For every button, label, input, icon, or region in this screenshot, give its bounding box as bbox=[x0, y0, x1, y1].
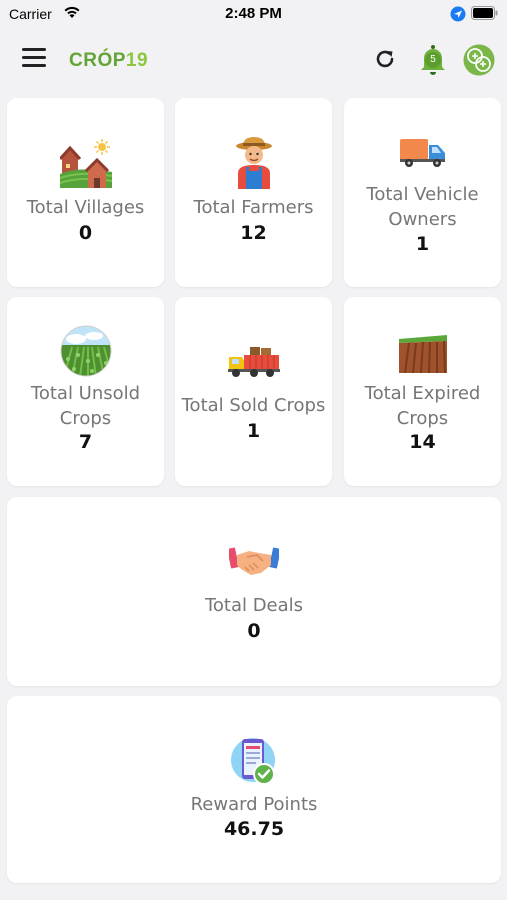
plowed-field-icon bbox=[398, 335, 447, 373]
card-value: 0 bbox=[78, 222, 93, 244]
truck-icon bbox=[399, 139, 445, 167]
total-expired-crops-card[interactable]: Total Expired Crops 14 bbox=[344, 297, 501, 486]
app-logo: CRÓP19 bbox=[69, 50, 148, 72]
card-label: Total Farmers bbox=[193, 197, 314, 218]
total-villages-card[interactable]: Total Villages 0 bbox=[7, 98, 164, 287]
loaded-truck-icon bbox=[227, 347, 280, 377]
status-time: 2:48 PM bbox=[225, 5, 282, 22]
card-label: Total Deals bbox=[204, 595, 304, 616]
card-value: 1 bbox=[246, 420, 261, 442]
card-label: Reward Points bbox=[190, 794, 318, 815]
card-value: 0 bbox=[247, 620, 261, 642]
card-value: 12 bbox=[240, 222, 267, 244]
handshake-icon bbox=[229, 547, 279, 575]
logo-number: 19 bbox=[125, 50, 149, 71]
battery-icon bbox=[471, 6, 498, 20]
location-icon bbox=[450, 6, 466, 22]
card-label: Total Unsold Crops bbox=[30, 383, 141, 429]
card-label: Total Vehicle Owners bbox=[366, 184, 479, 230]
card-value: 7 bbox=[78, 431, 93, 453]
card-label: Total Sold Crops bbox=[181, 395, 326, 416]
logo-text: CRÓP bbox=[69, 50, 126, 71]
language-icon[interactable] bbox=[463, 44, 495, 76]
total-sold-crops-card[interactable]: Total Sold Crops 1 bbox=[175, 297, 332, 486]
reward-phone-icon bbox=[231, 738, 275, 785]
card-value: 1 bbox=[415, 233, 430, 255]
total-farmers-card[interactable]: Total Farmers 12 bbox=[175, 98, 332, 287]
status-bar: Carrier 2:48 PM bbox=[0, 0, 507, 30]
total-unsold-crops-card[interactable]: Total Unsold Crops 7 bbox=[7, 297, 164, 486]
card-value: 14 bbox=[409, 431, 436, 453]
menu-icon bbox=[22, 48, 46, 51]
notification-count-badge: 5 bbox=[425, 52, 441, 68]
total-vehicle-owners-card[interactable]: Total Vehicle Owners 1 bbox=[344, 98, 501, 287]
app-header: CRÓP19 5 bbox=[0, 30, 507, 92]
card-value: 46.75 bbox=[223, 818, 285, 840]
refresh-icon[interactable] bbox=[372, 46, 398, 72]
crop-field-icon bbox=[60, 325, 111, 377]
card-label: Total Villages bbox=[26, 197, 145, 218]
farmer-icon bbox=[235, 137, 272, 189]
total-deals-card[interactable]: Total Deals 0 bbox=[7, 497, 501, 686]
menu-button[interactable] bbox=[22, 48, 48, 70]
village-icon bbox=[59, 139, 112, 188]
reward-points-card[interactable]: Reward Points 46.75 bbox=[7, 696, 501, 883]
card-label: Total Expired Crops bbox=[364, 383, 481, 429]
